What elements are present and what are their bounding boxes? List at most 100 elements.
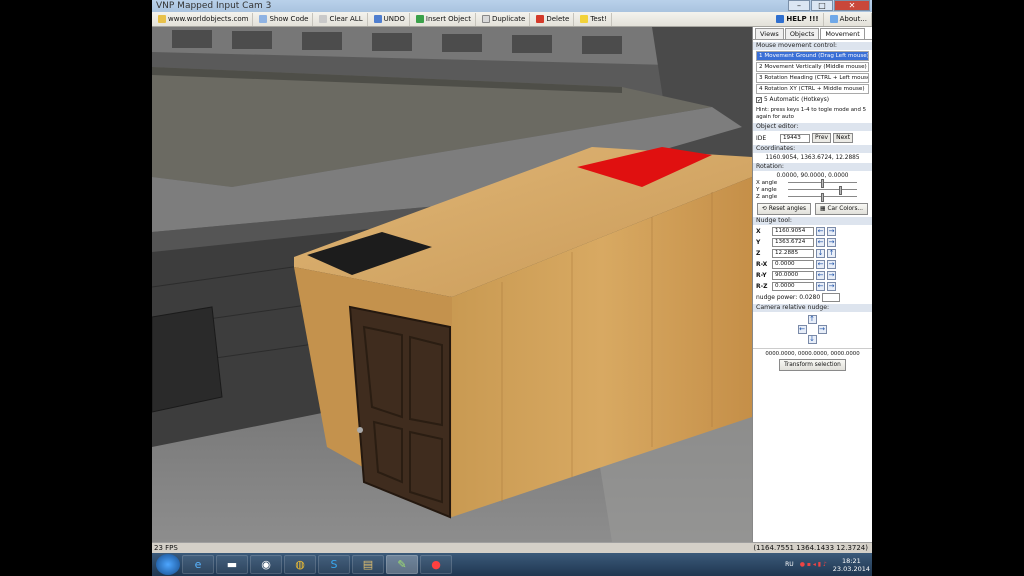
nudge-x-left-arrow-icon[interactable]: ← xyxy=(816,227,825,236)
mouse-section-title: Mouse movement control: xyxy=(753,42,872,50)
y-angle-label: Y angle xyxy=(756,187,777,193)
z-angle-slider[interactable] xyxy=(788,192,857,202)
insert-object-button[interactable]: Insert Object xyxy=(412,12,476,26)
ie-icon[interactable]: e xyxy=(182,555,214,574)
nudge-ry-right-arrow-icon[interactable]: → xyxy=(827,271,836,280)
media-icon[interactable]: ▬ xyxy=(216,555,248,574)
nudge-x-right-arrow-icon[interactable]: → xyxy=(827,227,836,236)
nudge-row-x: X 1160.9054 ← → xyxy=(756,227,869,236)
info-icon xyxy=(829,15,838,23)
nudge-z-label: Z xyxy=(756,250,761,257)
coordinates-value: 1160.9054, 1363.6724, 12.2885 xyxy=(765,155,860,161)
minimize-button[interactable]: – xyxy=(788,0,810,11)
delete-button[interactable]: Delete xyxy=(532,12,575,26)
nudge-y-right-arrow-icon[interactable]: → xyxy=(827,238,836,247)
tray-icons[interactable]: ● ▪ ◂ ▮ ♪ xyxy=(800,561,827,568)
ide-field[interactable]: 19443 xyxy=(780,133,810,143)
camera-right-arrow-icon[interactable]: → xyxy=(817,325,827,334)
auto-checkbox-row[interactable]: ✓ 5 Automatic (Hotkeys) xyxy=(756,97,869,104)
z-angle-row: Z angle xyxy=(756,192,869,202)
code-icon xyxy=(259,15,268,23)
test-button[interactable]: Test! xyxy=(576,12,612,26)
z-angle-thumb[interactable] xyxy=(821,192,825,202)
recorder-icon[interactable]: ● xyxy=(420,555,452,574)
nudge-ry-left-arrow-icon[interactable]: ← xyxy=(816,271,825,280)
steam-icon[interactable]: ◉ xyxy=(250,555,282,574)
cursor-coords: (1164.7551 1364.1433 12.3724) xyxy=(753,544,868,552)
nudge-rx-left-arrow-icon[interactable]: ← xyxy=(816,260,825,269)
tab-movement[interactable]: Movement xyxy=(820,28,865,39)
panel-tabs: Views Objects Movement xyxy=(753,28,872,40)
nudge-z-down-arrow-icon[interactable]: ↓ xyxy=(816,249,825,258)
star-icon xyxy=(580,15,589,23)
3d-viewport[interactable] xyxy=(152,27,752,542)
x-angle-thumb[interactable] xyxy=(821,178,825,188)
tab-objects[interactable]: Objects xyxy=(784,28,820,39)
duplicate-icon xyxy=(481,15,490,23)
system-tray: RU ● ▪ ◂ ▮ ♪ 18:21 23.03.2014 xyxy=(785,555,870,574)
mode-movement-vertical[interactable]: 2 Movement Vertically (Middle mouse) xyxy=(756,62,869,72)
help-button[interactable]: HELP !!! xyxy=(772,12,824,26)
show-code-button[interactable]: Show Code xyxy=(255,12,314,26)
undo-button[interactable]: UNDO xyxy=(370,12,410,26)
window-controls: – □ ✕ xyxy=(788,0,870,11)
skype-icon[interactable]: S xyxy=(318,555,350,574)
mode-movement-ground[interactable]: 1 Movement Ground (Drag Left mouse) xyxy=(756,51,869,61)
tab-views[interactable]: Views xyxy=(755,28,784,39)
nudge-rx-label: R-X xyxy=(756,261,768,268)
camera-nudge-title: Camera relative nudge: xyxy=(753,304,872,312)
clock-time: 18:21 xyxy=(842,556,861,565)
rotation-title: Rotation: xyxy=(753,163,872,171)
y-angle-thumb[interactable] xyxy=(839,185,843,195)
x-angle-slider[interactable] xyxy=(788,178,857,188)
nudge-y-left-arrow-icon[interactable]: ← xyxy=(816,238,825,247)
car-colors-button[interactable]: ▦ Car Colors... xyxy=(815,203,868,215)
camera-up-arrow-icon[interactable]: ↑ xyxy=(807,315,817,324)
clock[interactable]: 18:21 23.03.2014 xyxy=(833,557,870,573)
nudge-ry-field[interactable]: 90.0000 xyxy=(772,271,814,280)
nudge-x-label: X xyxy=(756,228,761,235)
nudge-rz-field[interactable]: 0.0000 xyxy=(772,282,814,291)
nudge-rz-right-arrow-icon[interactable]: → xyxy=(827,282,836,291)
nudge-y-label: Y xyxy=(756,239,761,246)
scene-render xyxy=(152,27,752,542)
nudge-z-field[interactable]: 12.2885 xyxy=(772,249,814,258)
plus-icon xyxy=(415,15,424,23)
camera-down-arrow-icon[interactable]: ↓ xyxy=(807,335,817,344)
camera-left-arrow-icon[interactable]: ← xyxy=(797,325,807,334)
nudge-y-field[interactable]: 1363.6724 xyxy=(772,238,814,247)
nudge-row-rz: R-Z 0.0000 ← → xyxy=(756,282,869,291)
nudge-ry-label: R-Y xyxy=(756,272,767,279)
nudge-x-field[interactable]: 1160.9054 xyxy=(772,227,814,236)
prev-button[interactable]: Prev xyxy=(812,133,832,143)
language-indicator[interactable]: RU xyxy=(785,561,794,568)
next-button[interactable]: Next xyxy=(833,133,854,143)
clear-all-button[interactable]: Clear ALL xyxy=(315,12,368,26)
camera-nudge-pad: ↑ ← → ↓ xyxy=(753,315,872,345)
auto-checkbox[interactable]: ✓ xyxy=(756,97,762,104)
reset-angles-button[interactable]: ⟲ Reset angles xyxy=(757,203,811,215)
mode-rotation-xy[interactable]: 4 Rotation XY (CTRL + Middle mouse) xyxy=(756,84,869,94)
watermark-text: www.worldobjects.com xyxy=(154,12,254,26)
nudge-rz-left-arrow-icon[interactable]: ← xyxy=(816,282,825,291)
y-angle-slider[interactable] xyxy=(788,185,857,195)
archive-icon[interactable]: ▤ xyxy=(352,555,384,574)
clock-date: 23.03.2014 xyxy=(832,564,870,573)
maximize-button[interactable]: □ xyxy=(811,0,833,11)
nudge-power-field[interactable] xyxy=(822,293,841,302)
fps-counter: 23 FPS xyxy=(154,544,178,552)
close-button[interactable]: ✕ xyxy=(834,0,870,11)
nudge-rx-field[interactable]: 0.0000 xyxy=(772,260,814,269)
start-button[interactable] xyxy=(156,554,180,575)
about-button[interactable]: About... xyxy=(826,12,872,26)
nudge-rx-right-arrow-icon[interactable]: → xyxy=(827,260,836,269)
chrome-icon[interactable]: ◍ xyxy=(284,555,316,574)
nudge-power-row: nudge power: 0.0280 xyxy=(756,293,869,302)
mode-rotation-heading[interactable]: 3 Rotation Heading (CTRL + Left mouse) xyxy=(756,73,869,83)
transform-selection-button[interactable]: Transform selection xyxy=(779,359,846,371)
z-angle-label: Z angle xyxy=(756,194,778,200)
editor-app-icon[interactable]: ✎ xyxy=(386,555,418,574)
nudge-z-up-arrow-icon[interactable]: ↑ xyxy=(827,249,836,258)
duplicate-button[interactable]: Duplicate xyxy=(478,12,531,26)
status-bar: 23 FPS (1164.7551 1364.1433 12.3724) xyxy=(152,542,872,553)
